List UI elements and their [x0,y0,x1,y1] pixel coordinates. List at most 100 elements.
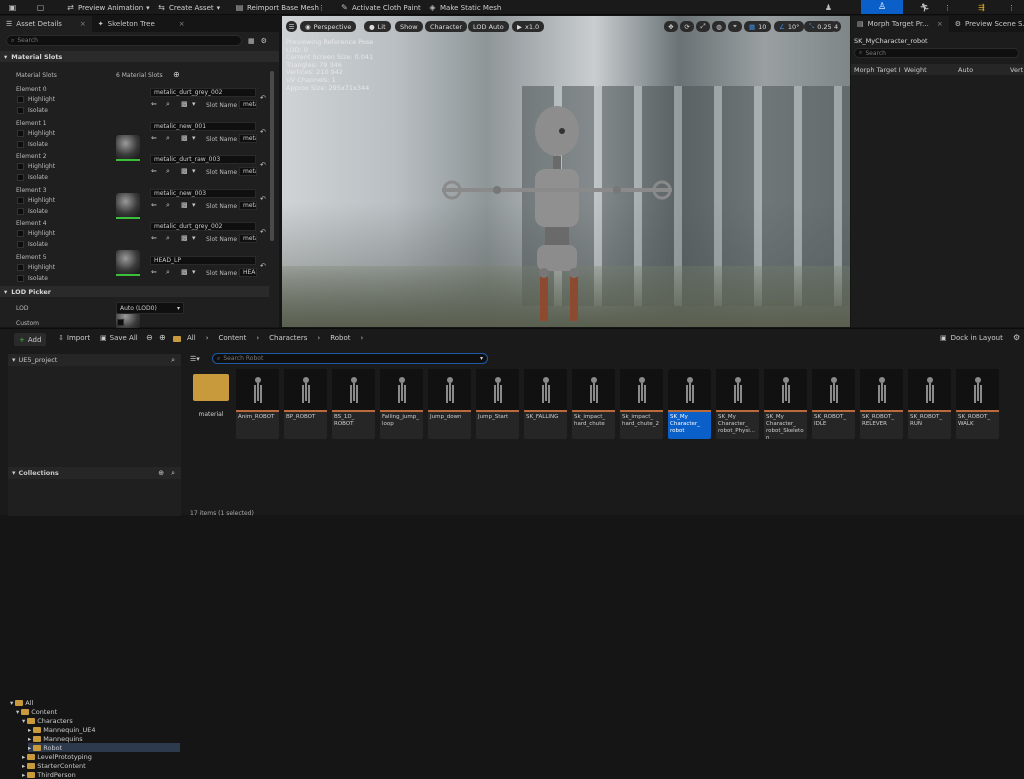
rotate-icon[interactable]: ⟳ [680,21,694,32]
column-vert[interactable]: Vert [1010,66,1024,74]
lit-button[interactable]: ● Lit [364,21,391,32]
checker-icon[interactable]: ▩ [181,134,188,142]
lod-select[interactable]: Auto (LOD0) ▾ [116,302,184,314]
more-options-icon[interactable]: ⋮ [944,0,951,15]
asset-tile[interactable]: Jump_down [428,369,471,439]
isolate-checkbox[interactable] [17,274,24,282]
chevron-down-icon[interactable]: ▾ [192,268,196,276]
content-search-input[interactable]: ⌕ Search Robot ▾ [212,353,488,364]
material-field[interactable]: metalic_new_001 [150,121,256,131]
tab-morph-target[interactable]: ▤ Morph Target Pr... × [851,16,949,32]
tree-item[interactable]: ▸ StarterContent [22,761,180,770]
tree-item[interactable]: ▸ Mannequins [28,734,180,743]
column-auto[interactable]: Auto [958,66,1010,74]
slot-name-input[interactable]: meta [239,133,257,143]
slot-name-input[interactable]: meta [239,100,257,109]
chevron-down-icon[interactable]: ▾ [192,234,196,242]
material-thumbnail[interactable] [116,192,140,219]
import-button[interactable]: ⇩ Import [58,334,90,342]
isolate-checkbox[interactable] [17,140,24,148]
animation-mode-icon[interactable]: 🏃︎ [919,0,929,15]
reset-icon[interactable]: ↶ [260,128,266,136]
asset-tile[interactable]: Sk_impact_ hard_chute_2 [620,369,663,439]
asset-tile[interactable]: BP_ROBOT [284,369,327,439]
asset-tile[interactable]: Sk_impact_ hard_chute [572,369,615,439]
tab-preview-scene[interactable]: ⚙ Preview Scene S... [949,16,1024,32]
asset-tile[interactable]: SK_ROBOT_ WALK [956,369,999,439]
make-static-mesh-button[interactable]: ◈ Make Static Mesh [428,0,501,15]
highlight-checkbox[interactable] [17,196,24,204]
column-weight[interactable]: Weight [904,66,958,74]
tree-item[interactable]: ▸ Robot [28,743,180,752]
viewport-menu-icon[interactable]: ☰ [286,21,297,32]
browse-folder-icon[interactable]: ⌕ [166,100,170,109]
slot-name-input[interactable]: meta [239,167,257,176]
skeleton-mode-icon[interactable]: ♟ [824,0,833,15]
more-options-icon[interactable]: ⋮ [318,0,325,15]
slot-name-input[interactable]: HEAD [239,267,257,277]
material-thumbnail[interactable] [116,135,140,161]
save-icon[interactable]: ▣ [8,0,17,15]
breadcrumb-item[interactable]: Characters [269,334,307,342]
highlight-checkbox[interactable] [17,163,24,170]
settings-icon[interactable]: ⚙ [1013,333,1020,342]
breadcrumb-item[interactable]: Content [219,334,247,342]
column-morph-target[interactable]: Morph Target I [851,66,904,74]
browse-arrow-icon[interactable]: ⇐ [151,268,157,276]
transform-icon[interactable]: ✥ [664,21,678,32]
lod-auto-button[interactable]: LOD Auto [468,21,509,32]
create-asset-button[interactable]: ⇆ Create Asset ▾ [157,0,220,15]
tree-item[interactable]: ▾ Characters [22,716,180,725]
browse-arrow-icon[interactable]: ⇐ [151,234,157,242]
tree-item[interactable]: ▸ Mannequin_UE4 [28,725,180,734]
asset-tile[interactable]: SK_ROBOT_ RUN [908,369,951,439]
asset-tile[interactable]: SK_My Character_ robot [668,369,711,439]
browse-folder-icon[interactable]: ⌕ [166,268,170,277]
lod-picker-header[interactable]: ▾ LOD Picker [0,286,269,297]
material-field[interactable]: metalic_new_003 [150,188,256,198]
more-options-icon[interactable]: ⋮ [1008,0,1015,15]
add-slot-icon[interactable]: ⊕ [173,70,180,79]
checker-icon[interactable]: ▩ [181,234,188,242]
tree-item[interactable]: ▸ LevelPrototyping [22,752,180,761]
browse-folder-icon[interactable]: ⌕ [166,201,170,210]
asset-tile[interactable]: Jump_Start [476,369,519,439]
chevron-down-icon[interactable]: ▾ [192,100,196,108]
activate-cloth-button[interactable]: ✎ Activate Cloth Paint [340,0,421,15]
details-search-input[interactable]: ⌕ Search [6,35,242,46]
isolate-checkbox[interactable] [17,174,24,181]
browse-icon[interactable]: ▢ [36,0,45,15]
close-icon[interactable]: × [179,20,185,28]
breadcrumb-item[interactable]: Robot [330,334,350,342]
character-button[interactable]: Character [425,21,468,32]
asset-tile[interactable]: SK_My Character_ robot_Skeleton [764,369,807,439]
collections-header[interactable]: ▾ Collections ⊕ ⌕ [8,467,181,479]
browse-arrow-icon[interactable]: ⇐ [151,201,157,209]
tab-skeleton-tree[interactable]: ✦ Skeleton Tree × [92,16,191,32]
dock-in-layout-button[interactable]: ▣ Dock in Layout [940,334,1003,342]
reimport-button[interactable]: ▤ Reimport Base Mesh [235,0,319,15]
asset-folder[interactable]: material [189,369,233,439]
highlight-checkbox[interactable] [17,230,24,237]
add-button[interactable]: + Add [14,333,47,346]
browse-folder-icon[interactable]: ⌕ [166,234,170,243]
browse-folder-icon[interactable]: ⌕ [166,167,170,176]
checker-icon[interactable]: ▩ [181,268,188,276]
forward-icon[interactable]: ⊕ [159,333,166,342]
isolate-checkbox[interactable] [17,207,24,215]
chevron-down-icon[interactable]: ▾ [192,134,196,142]
close-icon[interactable]: × [937,20,943,28]
material-field[interactable]: metalic_durt_grey_002 [150,88,256,97]
filter-icon[interactable]: ☰▾ [190,355,200,363]
checker-icon[interactable]: ▩ [181,100,188,108]
reset-icon[interactable]: ↶ [260,228,266,236]
camera-speed-button[interactable]: 4 [831,21,842,32]
asset-tile[interactable]: SK_ROBOT_ IDLE [812,369,855,439]
isolate-checkbox[interactable] [17,107,24,114]
material-slots-header[interactable]: ▾ Material Slots [0,51,279,62]
checker-icon[interactable]: ▩ [181,201,188,209]
highlight-checkbox[interactable] [17,129,24,137]
reset-icon[interactable]: ↶ [260,161,266,169]
morph-search-input[interactable]: ⌕ Search [854,48,1019,58]
material-thumbnail[interactable] [116,250,140,276]
